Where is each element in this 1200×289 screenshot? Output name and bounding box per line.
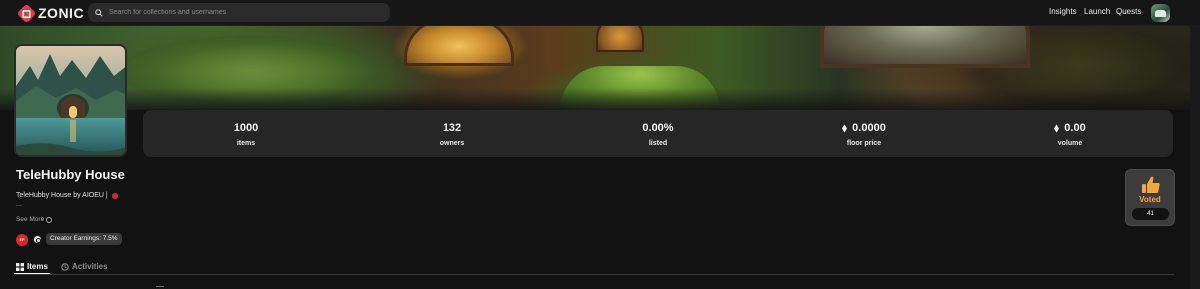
stat-items-value: 1000 [233, 122, 259, 134]
description-ellipsis: ... [16, 201, 22, 208]
tab-activities[interactable]: Activities [61, 262, 108, 271]
collection-description-text: TeleHubby House by AIOEU | [16, 192, 108, 199]
see-more-link[interactable]: See More [16, 216, 53, 223]
red-dot-icon [111, 192, 118, 199]
zonic-logo[interactable]: ZONIC [16, 3, 85, 23]
page-scrollbar[interactable] [1190, 26, 1200, 289]
nav-launch[interactable]: Launch [1084, 7, 1110, 16]
see-more-label: See More [16, 216, 45, 223]
collection-avatar [14, 44, 127, 157]
stat-volume-label: volume [1057, 140, 1083, 147]
tab-items[interactable]: Items [16, 262, 48, 271]
stat-floor-price-row: 0.0000 [761, 122, 967, 134]
vote-button[interactable]: Voted 41 [1125, 169, 1175, 226]
collection-title: TeleHubby House [16, 167, 125, 182]
nav-insights[interactable]: Insights [1049, 7, 1077, 16]
stat-listed: 0.00% listed [555, 110, 761, 157]
stat-volume: 0.00 volume [967, 110, 1173, 157]
stat-floor-price: 0.0000 floor price [761, 110, 967, 157]
logo-text: ZONIC [38, 5, 85, 21]
collection-stats: 1000 items 132 owners 0.00% listed 0.000… [143, 110, 1173, 157]
top-navigation-bar: ZONIC Insights Launch Quests [0, 0, 1200, 26]
creator-earnings-badge: Creator Earnings: 7.5% [46, 233, 122, 245]
stat-volume-value: 0.00 [1064, 122, 1086, 134]
stat-listed-value: 0.00% [642, 122, 674, 134]
search-input[interactable] [109, 9, 379, 16]
stat-floor-price-value: 0.0000 [852, 122, 886, 134]
chevron-down-icon [46, 216, 53, 223]
search-icon [95, 8, 103, 17]
stat-volume-row: 0.00 [967, 122, 1173, 134]
search-bar[interactable] [88, 3, 390, 22]
user-avatar[interactable] [1151, 4, 1170, 22]
eth-icon [842, 123, 848, 133]
tab-activities-label: Activities [72, 262, 108, 271]
zonic-logo-icon [16, 3, 37, 23]
eth-icon [1054, 123, 1060, 133]
collection-avatar-image [16, 46, 125, 155]
collection-banner [0, 26, 1200, 110]
tab-items-label: Items [27, 262, 48, 271]
creator-badge[interactable]: EF [16, 234, 28, 246]
toolbar-hint [156, 286, 164, 287]
vote-label: Voted [1139, 195, 1161, 204]
tabs-divider [14, 274, 1174, 275]
thumbs-up-icon [1142, 176, 1160, 193]
stat-items-label: items [236, 140, 256, 147]
stat-owners-value: 132 [442, 122, 462, 134]
grid-icon [16, 262, 24, 271]
stat-floor-price-label: floor price [846, 140, 882, 147]
stat-owners-label: owners [439, 140, 465, 147]
creator-avatar-icon[interactable] [32, 234, 43, 245]
stat-owners: 132 owners [349, 110, 555, 157]
collection-description: TeleHubby House by AIOEU | [16, 192, 118, 199]
stat-items: 1000 items [143, 110, 349, 157]
vote-count: 41 [1132, 208, 1169, 220]
stat-listed-label: listed [648, 140, 668, 147]
history-icon [61, 262, 69, 271]
nav-quests[interactable]: Quests [1116, 7, 1141, 16]
